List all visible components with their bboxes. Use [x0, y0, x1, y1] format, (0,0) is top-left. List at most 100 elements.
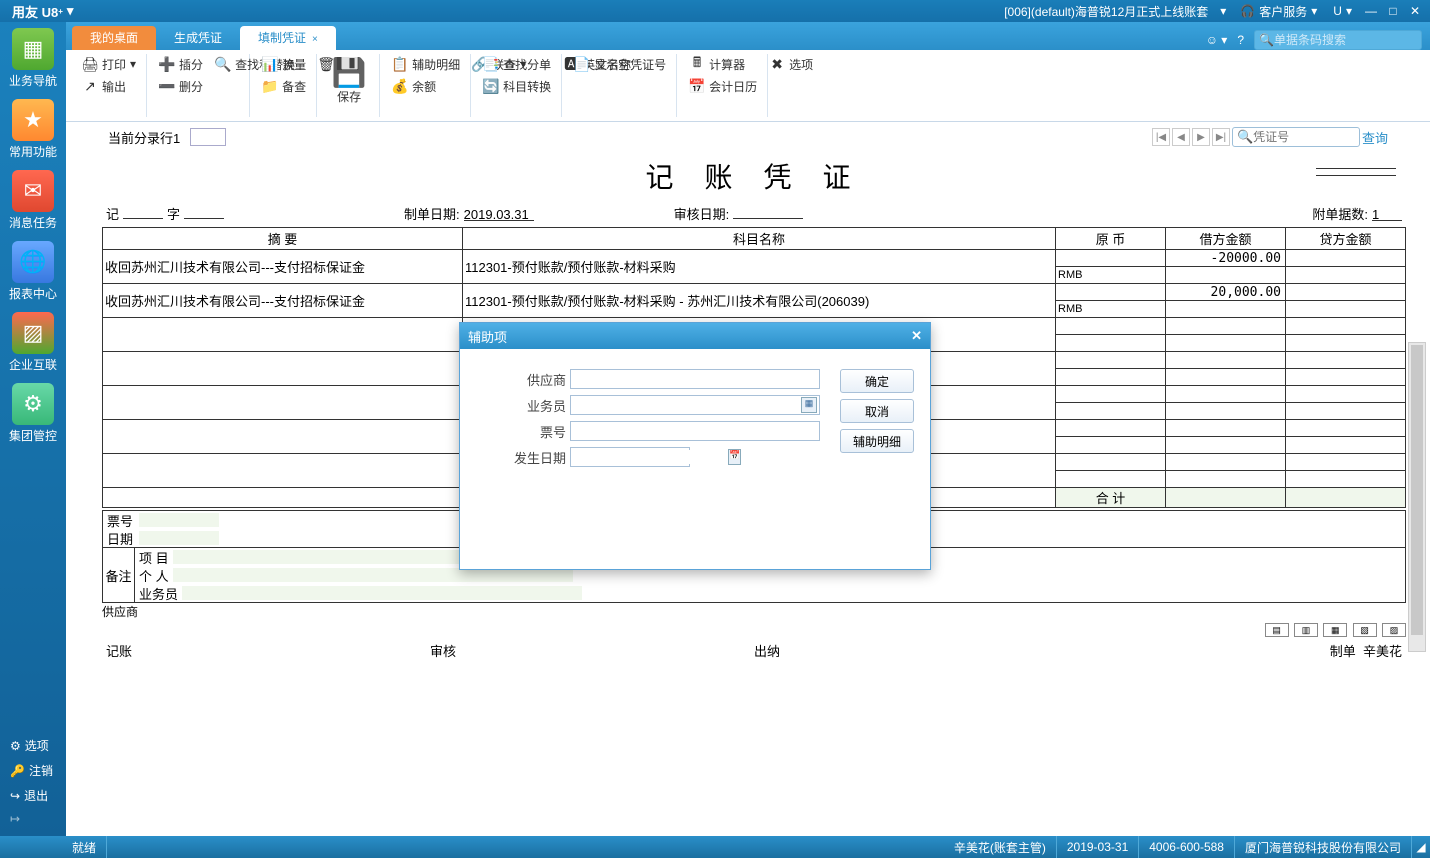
smile-icon[interactable]: ☺ ▾: [1206, 33, 1228, 47]
key-icon: 🔑: [10, 764, 25, 778]
flow-button[interactable]: 📊流量: [258, 54, 310, 74]
voucher-word-input[interactable]: [184, 205, 224, 219]
sidebar-logout[interactable]: 🔑注销: [0, 758, 66, 783]
dialog-titlebar[interactable]: 辅助项 ✕: [460, 323, 930, 349]
sidebar-item-messages[interactable]: ✉消息任务: [4, 170, 62, 231]
bill-no-value[interactable]: [139, 513, 219, 527]
foot-date-value[interactable]: [139, 531, 219, 545]
sidebar: ▦业务导航 ★常用功能 ✉消息任务 🌐报表中心 ▨企业互联 ⚙集团管控 ⚙选项 …: [0, 22, 66, 836]
barcode-search-input[interactable]: [1274, 33, 1417, 47]
export-icon: ↗: [82, 78, 98, 94]
sidebar-item-reports[interactable]: 🌐报表中心: [4, 241, 62, 302]
balance-button[interactable]: 💰余额: [388, 76, 464, 96]
aux-detail-button[interactable]: 📋辅助明细: [388, 54, 464, 74]
view5-icon[interactable]: ▨: [1382, 623, 1406, 637]
print-button[interactable]: 🖨打印 ▾: [78, 54, 140, 74]
audit-date-value[interactable]: [733, 205, 803, 219]
view4-icon[interactable]: ▧: [1353, 623, 1377, 637]
sidebar-expand[interactable]: ↦: [0, 808, 66, 830]
entry-index-input[interactable]: [190, 128, 226, 146]
tab-strip: 我的桌面 生成凭证 填制凭证× ☺ ▾ ? 🔍: [66, 22, 1430, 50]
tab-gen-voucher[interactable]: 生成凭证: [156, 26, 240, 50]
delete-row-button[interactable]: ➖删分: [155, 76, 207, 96]
calculator-button[interactable]: 🖩计算器: [685, 54, 761, 74]
customer-service[interactable]: 🎧 客户服务 ▾: [1232, 3, 1325, 20]
voucher-type-input[interactable]: [123, 205, 163, 219]
export-button[interactable]: ↗输出: [78, 76, 140, 96]
prev-button[interactable]: ◀: [1172, 128, 1190, 146]
voucher-no-input-wrap[interactable]: 🔍: [1232, 127, 1360, 147]
first-button[interactable]: |◀: [1152, 128, 1170, 146]
find-split-button[interactable]: 📑查找分单: [479, 54, 555, 74]
grid-icon-row: ▤ ▥ ▦ ▧ ▨: [102, 620, 1406, 639]
status-company: 厦门海普锐科技股份有限公司: [1235, 836, 1412, 858]
last-button[interactable]: ▶|: [1212, 128, 1230, 146]
view2-icon[interactable]: ▥: [1294, 623, 1318, 637]
options-button[interactable]: ✖选项: [765, 54, 817, 74]
sidebar-item-enterprise[interactable]: ▨企业互联: [4, 312, 62, 373]
tab-desktop[interactable]: 我的桌面: [72, 26, 156, 50]
calendar-button[interactable]: 📅会计日历: [685, 76, 761, 96]
help-icon[interactable]: ?: [1237, 33, 1244, 47]
col-currency: 原 币: [1056, 228, 1166, 250]
view1-icon[interactable]: ▤: [1265, 623, 1289, 637]
gear-icon: ⚙: [12, 383, 54, 425]
resize-grip-icon[interactable]: ◢: [1412, 840, 1430, 854]
view3-icon[interactable]: ▦: [1323, 623, 1347, 637]
table-row[interactable]: 收回苏州汇川技术有限公司---支付招标保证金 112301-预付账款/预付账款-…: [103, 284, 1406, 301]
vertical-scrollbar[interactable]: [1408, 342, 1426, 652]
subject-convert-button[interactable]: 🔄科目转换: [479, 76, 555, 96]
attach-value[interactable]: 1: [1372, 207, 1402, 221]
voucher-number-line: [1316, 168, 1396, 176]
remark-person[interactable]: [173, 568, 573, 582]
report-icon: 🌐: [12, 241, 54, 283]
backup-button[interactable]: 📁备查: [258, 76, 310, 96]
field-billno: 票号: [476, 421, 820, 441]
supplier-input[interactable]: [573, 372, 817, 386]
close-button[interactable]: ✕: [1404, 4, 1426, 18]
aux-detail-button[interactable]: 辅助明细: [840, 429, 914, 453]
balance-icon: 💰: [392, 78, 408, 94]
dialog-title: 辅助项: [468, 327, 507, 346]
barcode-search[interactable]: 🔍: [1254, 30, 1422, 50]
u-menu[interactable]: U ▾: [1325, 4, 1360, 18]
date-input[interactable]: [573, 450, 728, 464]
sidebar-exit[interactable]: ↪退出: [0, 783, 66, 808]
save-icon: 💾: [333, 56, 365, 88]
sidebar-options[interactable]: ⚙选项: [0, 733, 66, 758]
minimize-button[interactable]: —: [1360, 4, 1382, 18]
dropdown-icon[interactable]: ▾: [1214, 4, 1232, 18]
convert-icon: 🔄: [483, 78, 499, 94]
billno-input[interactable]: [573, 424, 817, 438]
calendar-icon: 📅: [689, 78, 705, 94]
ok-button[interactable]: 确定: [840, 369, 914, 393]
save-button[interactable]: 💾保存: [325, 54, 373, 107]
table-row[interactable]: 收回苏州汇川技术有限公司---支付招标保证金 112301-预付账款/预付账款-…: [103, 250, 1406, 267]
remark-salesman[interactable]: [182, 586, 582, 600]
salesman-input[interactable]: [573, 398, 801, 412]
insert-row-button[interactable]: ➕插分: [155, 54, 207, 74]
maximize-button[interactable]: □: [1382, 4, 1404, 18]
sidebar-item-common[interactable]: ★常用功能: [4, 99, 62, 160]
voucher-no-input[interactable]: [1253, 128, 1355, 146]
make-date-value[interactable]: 2019.03.31: [464, 207, 534, 221]
query-link[interactable]: 查询: [1362, 128, 1388, 147]
search-icon: 🔍: [1259, 33, 1274, 47]
sidebar-item-group[interactable]: ⚙集团管控: [4, 383, 62, 444]
calendar-icon[interactable]: 📅: [728, 449, 741, 465]
cancel-button[interactable]: 取消: [840, 399, 914, 423]
flow-icon: 📊: [262, 56, 278, 72]
find-icon: 📑: [483, 56, 499, 72]
voucher-title: 记 账 凭 证: [102, 156, 1406, 196]
app-logo: 用友 U8+ ▾: [4, 2, 81, 21]
show-empty-voucher-button[interactable]: 📄显示空凭证号: [570, 54, 670, 74]
tab-fill-voucher[interactable]: 填制凭证×: [240, 26, 336, 50]
dropdown-icon[interactable]: ▾: [67, 3, 74, 19]
next-button[interactable]: ▶: [1192, 128, 1210, 146]
sidebar-item-biz-nav[interactable]: ▦业务导航: [4, 28, 62, 89]
close-icon[interactable]: ×: [312, 34, 318, 45]
close-icon[interactable]: ✕: [911, 328, 922, 344]
search-icon: 🔍: [215, 56, 231, 72]
picker-icon[interactable]: ▦: [801, 397, 817, 413]
current-entry-label: 当前分录行1: [108, 128, 180, 147]
